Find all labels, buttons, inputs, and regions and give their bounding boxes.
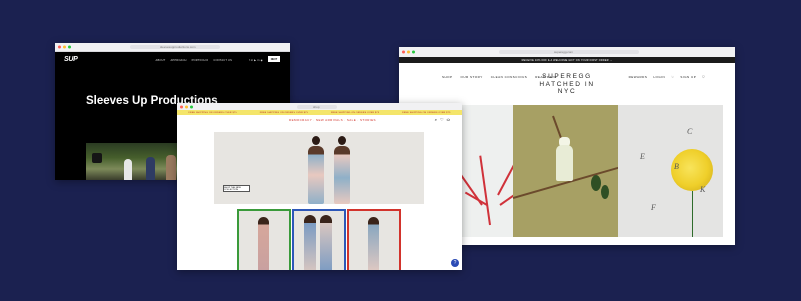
ticker-item: FREE SHIPPING ON ORDERS OVER $75: [331, 111, 380, 114]
next-button[interactable]: NEXT: [268, 56, 280, 62]
primary-nav: ABOUT APPROACH PORTFOLIO CONTACT US: [156, 59, 232, 62]
social-icons-row: f ✉ ▶ in ◉: [248, 59, 263, 62]
address-bar-url: sleevesupproductions.com: [160, 45, 196, 49]
address-bar-url: superegg.com: [554, 50, 574, 54]
hero-image-models: [214, 132, 424, 204]
nav-item-shop[interactable]: SHOP: [442, 75, 453, 79]
product-card[interactable]: [347, 209, 401, 270]
heart-icon[interactable]: ♡: [440, 117, 444, 122]
letter-label: F: [651, 203, 656, 212]
social-icons[interactable]: f ✉ ▶ in ◉: [249, 59, 263, 62]
hero-image-lemon: C E B K F: [618, 105, 723, 237]
product-card[interactable]: [292, 209, 346, 270]
sup-logo[interactable]: SUP: [64, 56, 78, 63]
chat-help-icon[interactable]: ?: [451, 259, 459, 267]
site-nav: DEMOCRACY · NEW ARRIVALS · SALE · STORIE…: [177, 115, 462, 126]
cart-icon[interactable]: ⛉: [702, 75, 705, 79]
film-set-photo: [86, 143, 182, 180]
ticker-item: FREE SHIPPING ON ORDERS OVER $75: [259, 111, 308, 114]
cart-icon[interactable]: ⛀: [447, 117, 450, 122]
logo-line: SUPEREGG: [542, 73, 592, 80]
nav-item-sign-up[interactable]: SIGN UP: [680, 75, 696, 79]
nav-item-clean-conscious[interactable]: CLEAN CONSCIOUS: [491, 75, 528, 79]
letter-label: E: [640, 152, 645, 161]
shop-collection-button[interactable]: SHOP THE NEW COLLECTION: [223, 185, 250, 192]
nav-item-approach[interactable]: APPROACH: [170, 59, 186, 62]
window-controls[interactable]: [58, 45, 71, 49]
logo-line: HATCHED IN: [539, 80, 595, 88]
address-bar-url: shop: [313, 104, 320, 109]
product-card[interactable]: [237, 209, 291, 270]
superegg-logo[interactable]: SUPEREGG HATCHED IN NYC: [539, 73, 594, 96]
logo-line: NYC: [557, 88, 577, 95]
ticker-item: FREE SHIPPING ON ORDERS OVER $75: [188, 111, 237, 114]
letter-label: K: [700, 185, 706, 194]
window-controls[interactable]: [180, 105, 193, 108]
nav-links[interactable]: DEMOCRACY · NEW ARRIVALS · SALE · STORIE…: [289, 118, 376, 122]
nav-item-rewards[interactable]: REWARDS: [629, 75, 648, 79]
ticker-item: FREE SHIPPING ON ORDERS OVER $75: [402, 111, 451, 114]
hero-image-bottle: [513, 105, 618, 237]
window-controls[interactable]: [402, 50, 415, 54]
heart-icon[interactable]: ♡: [671, 75, 674, 79]
account-nav: REWARDS LOGIN ♡ SIGN UP ⛉: [629, 75, 705, 79]
site-header: SHOP OUR STORY CLEAN CONSCIOUS READ RAVE…: [399, 63, 735, 103]
nav-item-contact[interactable]: CONTACT US: [213, 59, 232, 62]
letter-label: C: [687, 127, 693, 136]
nav-item-about[interactable]: ABOUT: [156, 59, 166, 62]
nav-item-our-story[interactable]: OUR STORY: [461, 75, 483, 79]
nav-item-login[interactable]: LOGIN: [653, 75, 665, 79]
letter-label: B: [674, 162, 679, 171]
nav-icons: ⌕ ♡ ⛀: [435, 117, 450, 122]
nav-item-portfolio[interactable]: PORTFOLIO: [192, 59, 209, 62]
site-header: SUP ABOUT APPROACH PORTFOLIO CONTACT US …: [55, 51, 290, 71]
fashion-browser-window: shop FREE SHIPPING ON ORDERS OVER $75 FR…: [177, 103, 462, 270]
search-icon[interactable]: ⌕: [435, 117, 437, 122]
